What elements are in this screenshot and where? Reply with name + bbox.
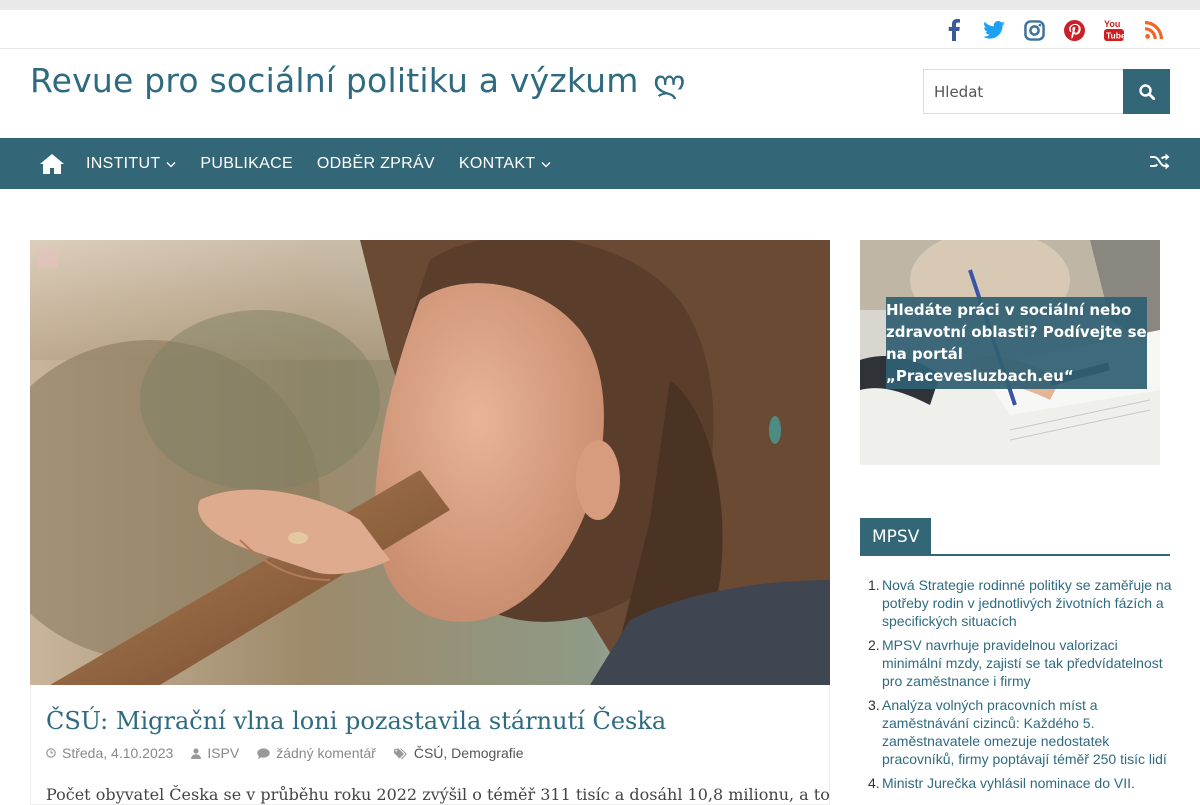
mpsv-widget-header: MPSV — [860, 518, 1170, 556]
post-author: ISPV — [191, 745, 239, 761]
nav-item-label: KONTAKT — [458, 155, 536, 172]
top-strip — [0, 0, 1200, 10]
random-post-icon[interactable] — [1150, 153, 1170, 175]
search-button[interactable] — [1123, 69, 1170, 114]
nav-item-publikace[interactable]: PUBLIKACE — [200, 155, 293, 173]
list-item: 3. Analýza volných pracovních míst a zam… — [868, 696, 1173, 768]
user-icon — [191, 747, 202, 759]
nav-item-odber-zprav[interactable]: ODBĚR ZPRÁV — [317, 155, 435, 173]
list-item: 2. MPSV navrhuje pravidelnou valorizaci … — [868, 636, 1173, 690]
mpsv-news-list: 1. Nová Strategie rodinné politiky se za… — [868, 576, 1173, 798]
news-link[interactable]: MPSV navrhuje pravidelnou valorizaci min… — [882, 636, 1173, 690]
search-icon — [1138, 83, 1155, 100]
rss-icon[interactable] — [1134, 16, 1174, 44]
job-portal-banner[interactable]: Hledáte práci v sociální nebo zdravotní … — [860, 240, 1160, 465]
nav-item-label: INSTITUT — [86, 155, 161, 172]
search-form — [923, 69, 1170, 114]
list-item: 4. Ministr Jurečka vyhlásil nominace do … — [868, 774, 1173, 792]
category-link[interactable]: ČSÚ — [414, 745, 444, 761]
list-number: 4. — [868, 775, 880, 791]
svg-text:Tube: Tube — [1106, 31, 1124, 41]
list-item: 1. Nová Strategie rodinné politiky se za… — [868, 576, 1173, 630]
home-icon[interactable] — [40, 151, 66, 177]
social-icons: You Tube — [934, 16, 1174, 44]
nav-item-kontakt[interactable]: KONTAKT — [459, 155, 551, 173]
instagram-icon[interactable] — [1014, 16, 1054, 44]
chevron-down-icon — [166, 161, 176, 168]
post-card: ČSÚ: Migrační vlna loni pozastavila stár… — [30, 685, 830, 805]
pinterest-icon[interactable] — [1054, 16, 1094, 44]
post-date: Středa, 4.10.2023 — [46, 745, 173, 761]
post-title[interactable]: ČSÚ: Migrační vlna loni pozastavila stár… — [46, 707, 666, 735]
list-number: 1. — [868, 577, 880, 593]
widget-title: MPSV — [860, 518, 932, 556]
social-bar: You Tube — [0, 10, 1200, 49]
site-title[interactable]: Revue pro sociální politiku a výzkum ლ — [30, 61, 686, 103]
featured-image[interactable] — [30, 240, 830, 685]
chevron-down-icon — [541, 161, 551, 168]
twitter-icon[interactable] — [974, 16, 1014, 44]
search-input[interactable] — [923, 69, 1123, 114]
post-author-link[interactable]: ISPV — [207, 745, 239, 761]
banner-text: Hledáte práci v sociální nebo zdravotní … — [886, 297, 1147, 389]
list-number: 2. — [868, 637, 880, 653]
tag-icon — [393, 748, 407, 759]
post-date-text[interactable]: Středa, 4.10.2023 — [62, 745, 173, 761]
nav-item-institut[interactable]: INSTITUT — [86, 155, 176, 173]
post-categories: ČSÚ, Demografie — [393, 745, 524, 761]
clock-icon — [46, 748, 56, 758]
post-meta: Středa, 4.10.2023 ISPV žádný komentář ČS… — [46, 745, 542, 761]
nav-item-label: PUBLIKACE — [200, 155, 293, 172]
comment-icon — [257, 747, 270, 759]
list-number: 3. — [868, 697, 880, 713]
main-navigation: INSTITUT PUBLIKACE ODBĚR ZPRÁV KONTAKT — [0, 138, 1200, 189]
news-link[interactable]: Analýza volných pracovních míst a zaměst… — [882, 696, 1173, 768]
svg-text:You: You — [1104, 19, 1120, 29]
site-title-text: Revue pro sociální politiku a výzkum — [30, 61, 639, 100]
nav-item-label: ODBĚR ZPRÁV — [316, 155, 435, 172]
youtube-icon[interactable]: You Tube — [1094, 16, 1134, 44]
category-separator: , — [443, 745, 452, 761]
news-link[interactable]: Nová Strategie rodinné politiky se zaměř… — [882, 576, 1173, 630]
post-comments: žádný komentář — [257, 745, 376, 761]
post-excerpt: Počet obyvatel Česka se v průběhu roku 2… — [46, 785, 830, 804]
category-link[interactable]: Demografie — [451, 745, 523, 761]
site-header: Revue pro sociální politiku a výzkum ლ — [0, 49, 1200, 138]
facebook-icon[interactable] — [934, 16, 974, 44]
site-title-glyph: ლ — [653, 65, 686, 100]
post-comments-link[interactable]: žádný komentář — [276, 745, 376, 761]
news-link[interactable]: Ministr Jurečka vyhlásil nominace do VII… — [882, 774, 1135, 792]
